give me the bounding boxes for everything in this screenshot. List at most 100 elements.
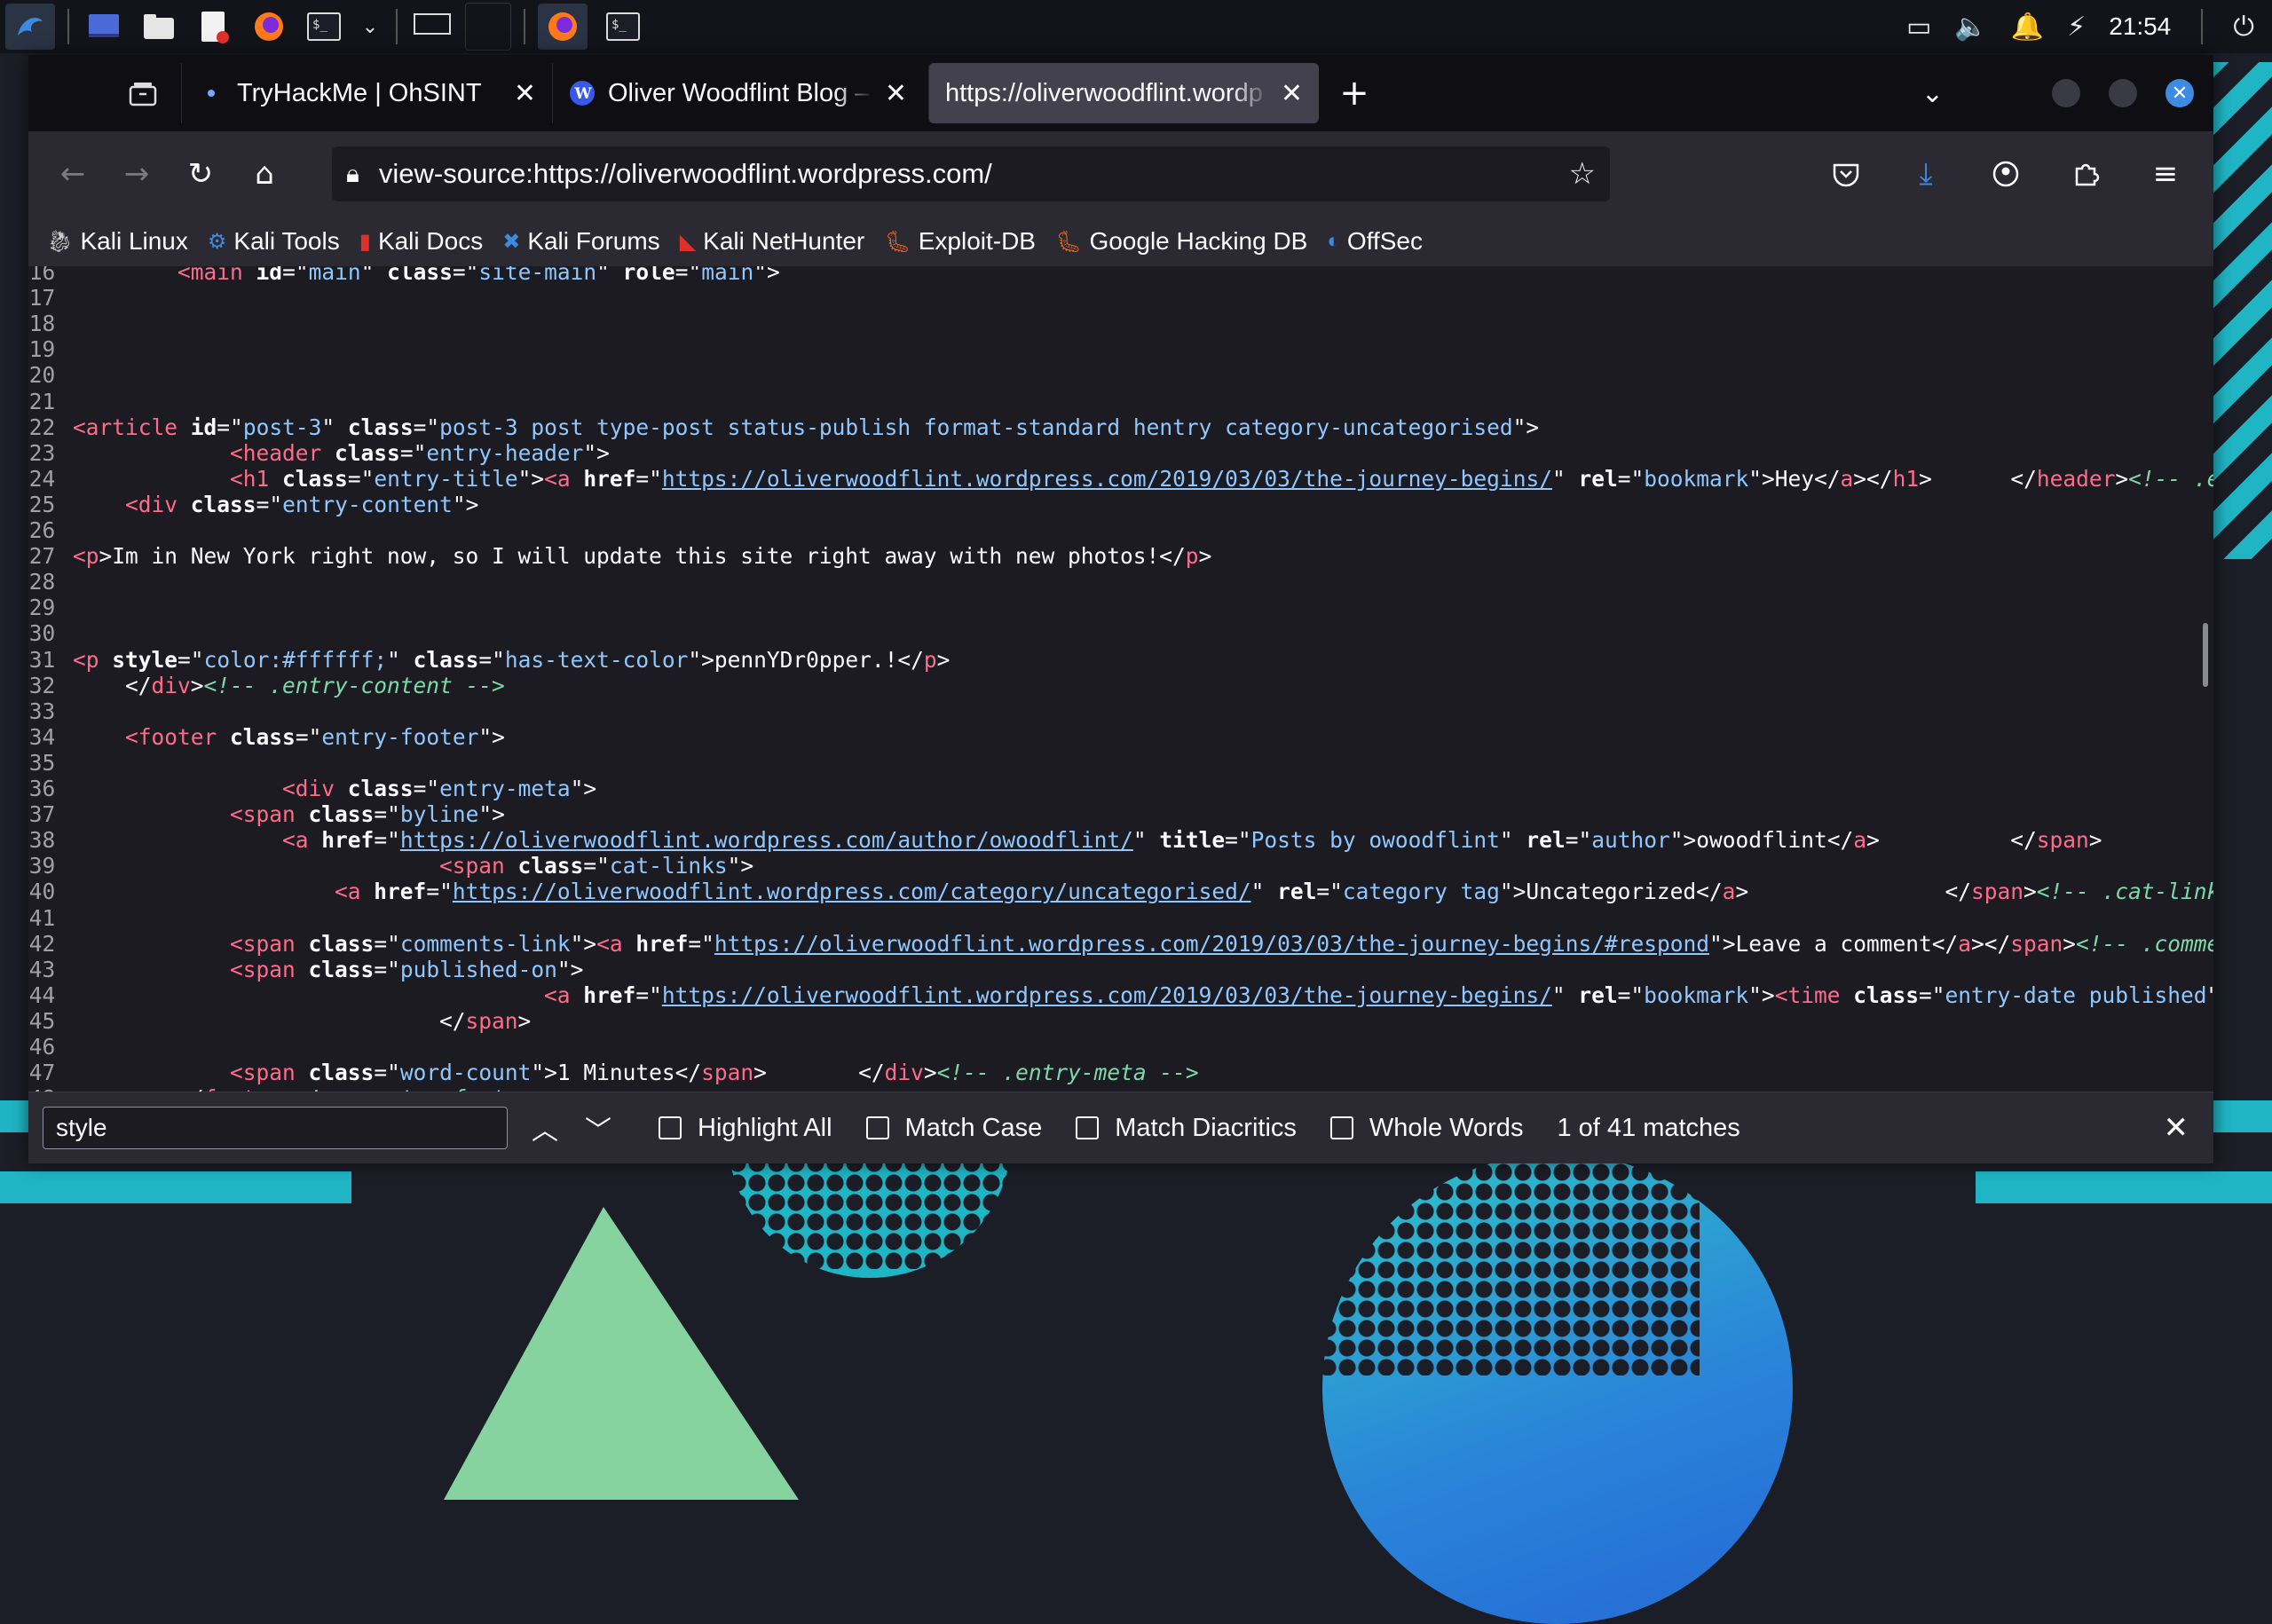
home-button[interactable]: ⌂ <box>233 147 296 201</box>
bookmark-exploit-db[interactable]: 🐛︎ Exploit-DB <box>884 227 1036 256</box>
downloads-icon[interactable]: ⤓ <box>1894 147 1958 201</box>
match-diacritics-checkbox[interactable]: Match Diacritics <box>1076 1114 1297 1143</box>
close-find-bar-icon[interactable]: ✕ <box>2164 1110 2189 1146</box>
bookmark-kali-nethunter[interactable]: ◣ Kali NetHunter <box>680 227 865 256</box>
terminal-icon[interactable]: $_ <box>302 4 346 50</box>
line-number: 343 <box>28 956 56 982</box>
chevron-down-icon[interactable]: ⌄ <box>357 4 383 50</box>
line-number: 323 <box>28 439 56 466</box>
terminal-window-icon[interactable]: $_ <box>598 4 648 50</box>
app-menu-icon[interactable]: ≡ <box>2134 147 2197 201</box>
url-bar[interactable]: 🔒︎ view-source:https://oliverwoodflint.w… <box>332 146 1610 201</box>
bookmark-kali-linux[interactable]: 🐉︎ Kali Linux <box>46 227 188 256</box>
pocket-icon[interactable] <box>1814 147 1878 201</box>
firefox-icon[interactable] <box>247 4 291 50</box>
tab-oliver-woodflint-blog[interactable]: W Oliver Woodflint Blog – Pl ✕ <box>552 63 923 123</box>
checkbox-box[interactable] <box>659 1116 682 1139</box>
source-code: <a href="https://oliverwoodflint.wordpre… <box>282 827 2102 854</box>
url-text[interactable]: view-source:https://oliverwoodflint.word… <box>379 158 1569 190</box>
source-link[interactable]: https://oliverwoodflint.wordpress.com/20… <box>662 982 1552 1008</box>
line-number: 344 <box>28 981 56 1008</box>
forward-button[interactable]: → <box>105 147 169 201</box>
back-button[interactable]: ← <box>41 147 105 201</box>
bookmark-kali-forums[interactable]: ✖ Kali Forums <box>502 227 659 256</box>
checkbox-box[interactable] <box>1076 1116 1100 1139</box>
wallpaper-bar <box>0 1171 351 1203</box>
top-panel: $_ ⌄ $_ ▭ 🔈 🔔 ⚡ 21:54 ⏻ <box>0 0 2272 53</box>
source-code: <div class="entry-meta"> <box>282 776 597 801</box>
line-number: 325 <box>28 491 56 517</box>
logout-icon[interactable]: ⏻ <box>2233 12 2254 43</box>
line-number: 346 <box>28 1034 56 1060</box>
kali-forums-icon: ✖ <box>502 229 521 254</box>
bookmark-label: Kali Forums <box>527 227 660 255</box>
new-tab-button[interactable]: + <box>1328 73 1381 114</box>
wallpaper-dots <box>1318 1163 1700 1376</box>
clock[interactable]: 21:54 <box>2109 12 2171 41</box>
highlight-all-checkbox[interactable]: Highlight All <box>659 1114 832 1143</box>
line-number: 332 <box>28 672 56 698</box>
match-case-checkbox[interactable]: Match Case <box>865 1114 1042 1143</box>
checkbox-box[interactable] <box>1329 1116 1353 1139</box>
kali-dragon-icon: 🐉︎ <box>46 229 74 254</box>
notifications-icon[interactable]: 🔔 <box>2011 12 2044 43</box>
bookmark-google-hacking-db[interactable]: 🐛︎ Google Hacking DB <box>1055 227 1307 256</box>
nav-bar: ← → ↻ ⌂ 🔒︎ view-source:https://oliverwoo… <box>28 131 2213 217</box>
list-all-tabs-icon[interactable]: ⌄ <box>1921 78 1944 109</box>
line-number: 331 <box>28 646 56 673</box>
bookmark-label: Kali Docs <box>377 227 484 255</box>
scrollbar-thumb[interactable] <box>2203 623 2208 687</box>
lock-icon[interactable]: 🔒︎ <box>346 160 359 189</box>
show-desktop-icon[interactable] <box>82 4 126 50</box>
source-code: <article id="post-3" class="post-3 post … <box>73 414 1540 440</box>
bookmark-label: OffSec <box>1346 227 1423 255</box>
bookmark-kali-docs[interactable]: ▮ Kali Docs <box>359 227 483 256</box>
svg-text:W: W <box>574 85 593 103</box>
checkbox-box[interactable] <box>865 1116 889 1139</box>
tab-tryhackme[interactable]: TryHackMe | OhSINT ✕ <box>181 63 552 123</box>
source-code: <span class="cat-links"> <box>439 853 754 879</box>
tab-title: https://oliverwoodflint.wordp <box>945 78 1263 107</box>
tab-bar: TryHackMe | OhSINT ✕ W Oliver Woodflint … <box>28 55 2213 131</box>
maximize-button[interactable] <box>2109 79 2137 107</box>
close-tab-icon[interactable]: ✕ <box>885 78 907 109</box>
source-link[interactable]: https://oliverwoodflint.wordpress.com/ca… <box>453 879 1251 904</box>
tab-view-source[interactable]: https://oliverwoodflint.wordp ✕ <box>928 63 1319 123</box>
line-number: 340 <box>28 879 56 905</box>
line-number: 328 <box>28 569 56 595</box>
minimize-button[interactable] <box>2052 79 2080 107</box>
whole-words-checkbox[interactable]: Whole Words <box>1329 1114 1523 1143</box>
source-code: <span class="published-on"> <box>230 956 584 982</box>
line-number: 345 <box>28 1007 56 1034</box>
source-code: <span class="comments-link"><a href="htt… <box>230 930 2213 957</box>
text-editor-icon[interactable] <box>192 4 236 50</box>
workspace-1[interactable] <box>410 4 454 50</box>
close-window-button[interactable]: ✕ <box>2166 79 2194 107</box>
view-source-content[interactable]: 316 <main id="main" class="site-main" ro… <box>28 266 2213 1092</box>
bookmark-star-icon[interactable]: ☆ <box>1569 156 1596 192</box>
firefox-view-icon[interactable] <box>105 67 181 120</box>
bookmark-kali-tools[interactable]: ⚙ Kali Tools <box>208 227 340 256</box>
source-link[interactable]: https://oliverwoodflint.wordpress.com/20… <box>662 466 1552 492</box>
volume-icon[interactable]: 🔈 <box>1954 12 1987 43</box>
account-icon[interactable] <box>1974 147 2038 201</box>
file-manager-icon[interactable] <box>137 4 181 50</box>
find-previous-icon[interactable]: ︿ <box>518 1108 572 1147</box>
power-manager-icon[interactable]: ⚡ <box>2067 12 2086 43</box>
checkbox-label: Highlight All <box>698 1113 832 1142</box>
close-tab-icon[interactable]: ✕ <box>514 78 536 109</box>
find-next-icon[interactable]: ﹀ <box>572 1108 625 1147</box>
reload-button[interactable]: ↻ <box>169 147 233 201</box>
source-link[interactable]: https://oliverwoodflint.wordpress.com/au… <box>400 827 1133 853</box>
firefox-window-icon[interactable] <box>538 4 588 50</box>
workspace-2[interactable] <box>465 3 511 51</box>
extensions-icon[interactable] <box>2054 147 2118 201</box>
display-icon[interactable]: ▭ <box>1906 12 1931 43</box>
find-input[interactable] <box>43 1107 508 1149</box>
svg-text:$_: $_ <box>611 18 627 32</box>
line-number: 320 <box>28 362 56 389</box>
bookmark-offsec[interactable]: ◐ OffSec <box>1327 227 1423 256</box>
kali-menu-icon[interactable] <box>5 4 55 50</box>
close-tab-icon[interactable]: ✕ <box>1281 78 1303 109</box>
source-link[interactable]: https://oliverwoodflint.wordpress.com/20… <box>714 931 1709 957</box>
